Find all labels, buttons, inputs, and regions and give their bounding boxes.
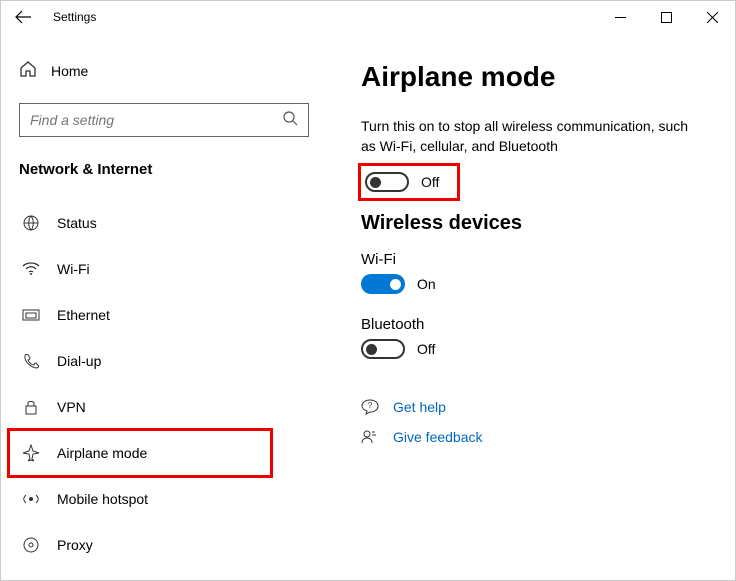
minimize-button[interactable] xyxy=(597,1,643,33)
feedback-icon xyxy=(361,429,379,445)
svg-text:?: ? xyxy=(368,401,373,410)
maximize-button[interactable] xyxy=(643,1,689,33)
sidebar-item-status[interactable]: Status xyxy=(19,200,313,246)
home-nav[interactable]: Home xyxy=(19,53,313,89)
feedback-label[interactable]: Give feedback xyxy=(393,429,483,445)
get-help-link[interactable]: ? Get help xyxy=(361,399,705,415)
nav-label: Mobile hotspot xyxy=(57,491,148,507)
wifi-label: Wi-Fi xyxy=(361,251,705,268)
nav-label: Proxy xyxy=(57,537,93,553)
nav-label: Dial-up xyxy=(57,353,101,369)
help-label[interactable]: Get help xyxy=(393,399,446,415)
search-field[interactable] xyxy=(30,112,282,128)
wireless-section-title: Wireless devices xyxy=(361,212,705,235)
bluetooth-toggle[interactable] xyxy=(361,339,405,359)
bluetooth-state: Off xyxy=(417,341,435,357)
dialup-icon xyxy=(21,352,41,370)
home-icon xyxy=(19,60,37,83)
status-icon xyxy=(21,214,41,232)
sidebar-item-ethernet[interactable]: Ethernet xyxy=(19,292,313,338)
category-title: Network & Internet xyxy=(19,161,313,178)
wifi-icon xyxy=(21,262,41,276)
sidebar-item-proxy[interactable]: Proxy xyxy=(19,522,313,568)
nav-label: VPN xyxy=(57,399,86,415)
airplane-description: Turn this on to stop all wireless commun… xyxy=(361,117,705,156)
back-button[interactable] xyxy=(15,10,35,24)
proxy-icon xyxy=(21,536,41,554)
nav-label: Wi-Fi xyxy=(57,261,90,277)
nav-label: Ethernet xyxy=(57,307,110,323)
help-icon: ? xyxy=(361,399,379,415)
sidebar-item-wifi[interactable]: Wi-Fi xyxy=(19,246,313,292)
main-panel: Airplane mode Turn this on to stop all w… xyxy=(331,33,735,580)
close-button[interactable] xyxy=(689,1,735,33)
sidebar: Home Network & Internet Status Wi-Fi Eth… xyxy=(1,33,331,580)
window-title: Settings xyxy=(53,10,96,24)
home-label: Home xyxy=(51,63,88,79)
search-icon xyxy=(282,110,298,131)
hotspot-icon xyxy=(21,490,41,508)
wifi-state: On xyxy=(417,276,436,292)
sidebar-item-vpn[interactable]: VPN xyxy=(19,384,313,430)
nav-label: Airplane mode xyxy=(57,445,147,461)
wifi-toggle[interactable] xyxy=(361,274,405,294)
sidebar-item-airplane[interactable]: Airplane mode xyxy=(19,430,313,476)
airplane-state: Off xyxy=(421,174,439,190)
sidebar-item-dialup[interactable]: Dial-up xyxy=(19,338,313,384)
ethernet-icon xyxy=(21,306,41,324)
airplane-icon xyxy=(21,444,41,462)
search-input[interactable] xyxy=(19,103,309,137)
vpn-icon xyxy=(21,398,41,416)
sidebar-item-hotspot[interactable]: Mobile hotspot xyxy=(19,476,313,522)
nav-label: Status xyxy=(57,215,97,231)
page-title: Airplane mode xyxy=(361,61,705,93)
airplane-toggle[interactable] xyxy=(365,172,409,192)
bluetooth-label: Bluetooth xyxy=(361,316,705,333)
give-feedback-link[interactable]: Give feedback xyxy=(361,429,705,445)
